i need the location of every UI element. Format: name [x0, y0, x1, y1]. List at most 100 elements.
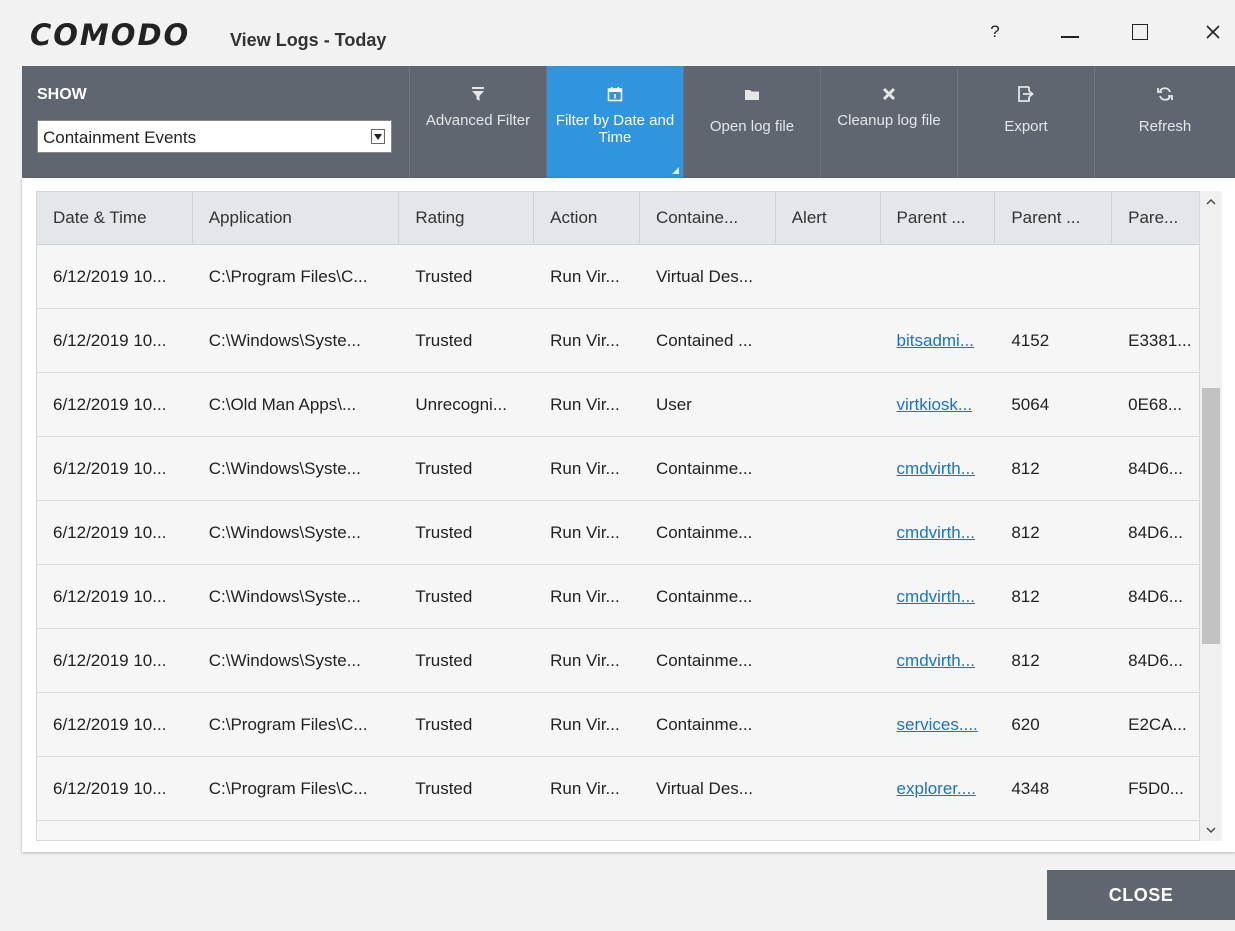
table-row[interactable]: 6/12/2019 10... C:\Windows\Syste... Truste… — [37, 501, 1199, 565]
table-cell: Trusted — [415, 459, 473, 478]
table-cell: Trusted — [415, 267, 473, 286]
table-cell: C:\Windows\Syste... — [208, 459, 361, 478]
column-header-parent-2[interactable]: Parent ... — [995, 192, 1113, 244]
open-log-file-button[interactable]: Open log file — [683, 66, 820, 178]
table-cell: Run Vir... — [550, 587, 620, 606]
table-cell: Contained ... — [655, 331, 753, 350]
refresh-button[interactable]: Refresh — [1094, 66, 1235, 178]
log-table: Date & Time Application Rating Action Co… — [36, 191, 1200, 841]
table-cell: 6/12/2019 10... — [53, 267, 167, 286]
table-cell: 84D6... — [1128, 587, 1183, 606]
parent-process-link[interactable]: explorer.... — [881, 757, 996, 820]
table-cell — [995, 245, 1112, 308]
parent-process-link[interactable]: cmdvirth... — [881, 501, 996, 564]
column-header-rating[interactable]: Rating — [399, 192, 535, 244]
table-row[interactable]: 6/12/2019 10... C:\Windows\Syste... Truste… — [37, 565, 1199, 629]
export-button[interactable]: Export — [957, 66, 1094, 178]
table-cell: Run Vir... — [550, 779, 620, 798]
table-cell: Trusted — [415, 715, 473, 734]
parent-process-link[interactable]: virtkiosk... — [881, 373, 996, 436]
cleanup-log-file-button[interactable]: Cleanup log file — [820, 66, 957, 178]
window-title: View Logs - Today — [230, 30, 387, 50]
table-cell: 6/12/2019 10... — [53, 715, 167, 734]
column-header-date-time[interactable]: Date & Time — [37, 192, 193, 244]
parent-process-link[interactable]: cmdvirth... — [881, 565, 996, 628]
filter-by-date-time-button[interactable]: Filter by Date and Time — [546, 66, 683, 178]
table-cell: Unrecogni... — [415, 395, 508, 414]
advanced-filter-label: Advanced Filter — [425, 112, 531, 129]
column-header-action[interactable]: Action — [534, 192, 640, 244]
refresh-label: Refresh — [1138, 118, 1192, 135]
column-header-parent-3[interactable]: Pare... — [1112, 192, 1199, 244]
table-cell: 6/12/2019 10... — [53, 459, 167, 478]
table-cell: Virtual Des... — [655, 267, 753, 286]
table-cell — [776, 309, 881, 372]
table-cell: User — [655, 395, 692, 414]
table-row[interactable]: 6/12/2019 10... C:\Windows\Syste... Truste… — [37, 629, 1199, 693]
table-cell — [776, 373, 881, 436]
open-log-file-label: Open log file — [709, 118, 795, 135]
table-cell: 6/12/2019 10... — [53, 779, 167, 798]
table-cell — [776, 693, 881, 756]
table-row[interactable]: 6/12/2019 10... C:\Old Man Apps\... Unreco… — [37, 373, 1199, 437]
minimize-button[interactable] — [1050, 14, 1090, 50]
table-cell: Run Vir... — [550, 715, 620, 734]
table-cell — [776, 437, 881, 500]
log-panel: Date & Time Application Rating Action Co… — [22, 178, 1235, 852]
table-body: 6/12/2019 10... C:\Program Files\C... Trus… — [37, 245, 1199, 821]
parent-process-link[interactable]: cmdvirth... — [881, 629, 996, 692]
table-row[interactable]: 6/12/2019 10... C:\Windows\Syste... Truste… — [37, 437, 1199, 501]
table-row[interactable]: 6/12/2019 10... C:\Windows\Syste... Truste… — [37, 309, 1199, 373]
table-row[interactable]: 6/12/2019 10... C:\Program Files\C... Trus… — [37, 693, 1199, 757]
toolbar: SHOW Containment Events Advanced Filter … — [22, 66, 1235, 178]
table-row[interactable]: 6/12/2019 10... C:\Program Files\C... Trus… — [37, 245, 1199, 309]
help-button[interactable]: ? — [975, 14, 1015, 50]
table-cell: Trusted — [415, 587, 473, 606]
table-cell: 6/12/2019 10... — [53, 651, 167, 670]
table-cell: Trusted — [415, 779, 473, 798]
table-cell: C:\Program Files\C... — [208, 267, 368, 286]
export-label: Export — [1004, 118, 1048, 135]
scrollbar-thumb[interactable] — [1202, 388, 1220, 644]
table-cell: 6/12/2019 10... — [53, 523, 167, 542]
table-cell — [1112, 245, 1199, 308]
table-cell: Run Vir... — [550, 523, 620, 542]
column-header-container[interactable]: Containe... — [640, 192, 776, 244]
parent-process-link[interactable]: cmdvirth... — [881, 437, 996, 500]
dropdown-corner-icon — [672, 167, 679, 174]
table-cell: Trusted — [415, 651, 473, 670]
parent-process-link[interactable]: services.... — [881, 693, 996, 756]
maximize-button[interactable] — [1120, 14, 1160, 50]
advanced-filter-button[interactable]: Advanced Filter — [409, 66, 546, 178]
table-row[interactable]: 6/12/2019 10... C:\Program Files\C... Trus… — [37, 757, 1199, 821]
table-cell: Run Vir... — [550, 651, 620, 670]
table-cell: 620 — [1011, 715, 1040, 734]
close-icon — [1206, 25, 1220, 39]
table-cell: Containme... — [655, 715, 753, 734]
table-cell: 6/12/2019 10... — [53, 587, 167, 606]
table-cell: C:\Windows\Syste... — [208, 651, 361, 670]
vertical-scrollbar[interactable] — [1200, 191, 1222, 841]
column-header-application[interactable]: Application — [193, 192, 400, 244]
table-cell: Virtual Des... — [655, 779, 753, 798]
window-close-button[interactable] — [1193, 14, 1233, 50]
table-cell: Run Vir... — [550, 331, 620, 350]
table-cell: 6/12/2019 10... — [53, 395, 167, 414]
scroll-up-icon[interactable] — [1200, 191, 1222, 213]
dropdown-arrow-icon[interactable] — [371, 129, 385, 144]
show-dropdown[interactable]: Containment Events — [37, 120, 392, 153]
parent-process-link[interactable] — [881, 245, 996, 308]
column-header-alert[interactable]: Alert — [776, 192, 881, 244]
table-header: Date & Time Application Rating Action Co… — [37, 192, 1199, 245]
close-button[interactable]: CLOSE — [1047, 870, 1235, 920]
table-cell: Containme... — [655, 587, 753, 606]
table-cell: 812 — [1011, 651, 1040, 670]
table-cell: Containme... — [655, 651, 753, 670]
scroll-down-icon[interactable] — [1200, 819, 1222, 841]
table-cell: Trusted — [415, 523, 473, 542]
table-cell: 812 — [1011, 587, 1040, 606]
column-header-parent-1[interactable]: Parent ... — [881, 192, 996, 244]
table-cell: 0E68... — [1128, 395, 1183, 414]
parent-process-link[interactable]: bitsadmi... — [881, 309, 996, 372]
minimize-icon — [1061, 36, 1079, 38]
